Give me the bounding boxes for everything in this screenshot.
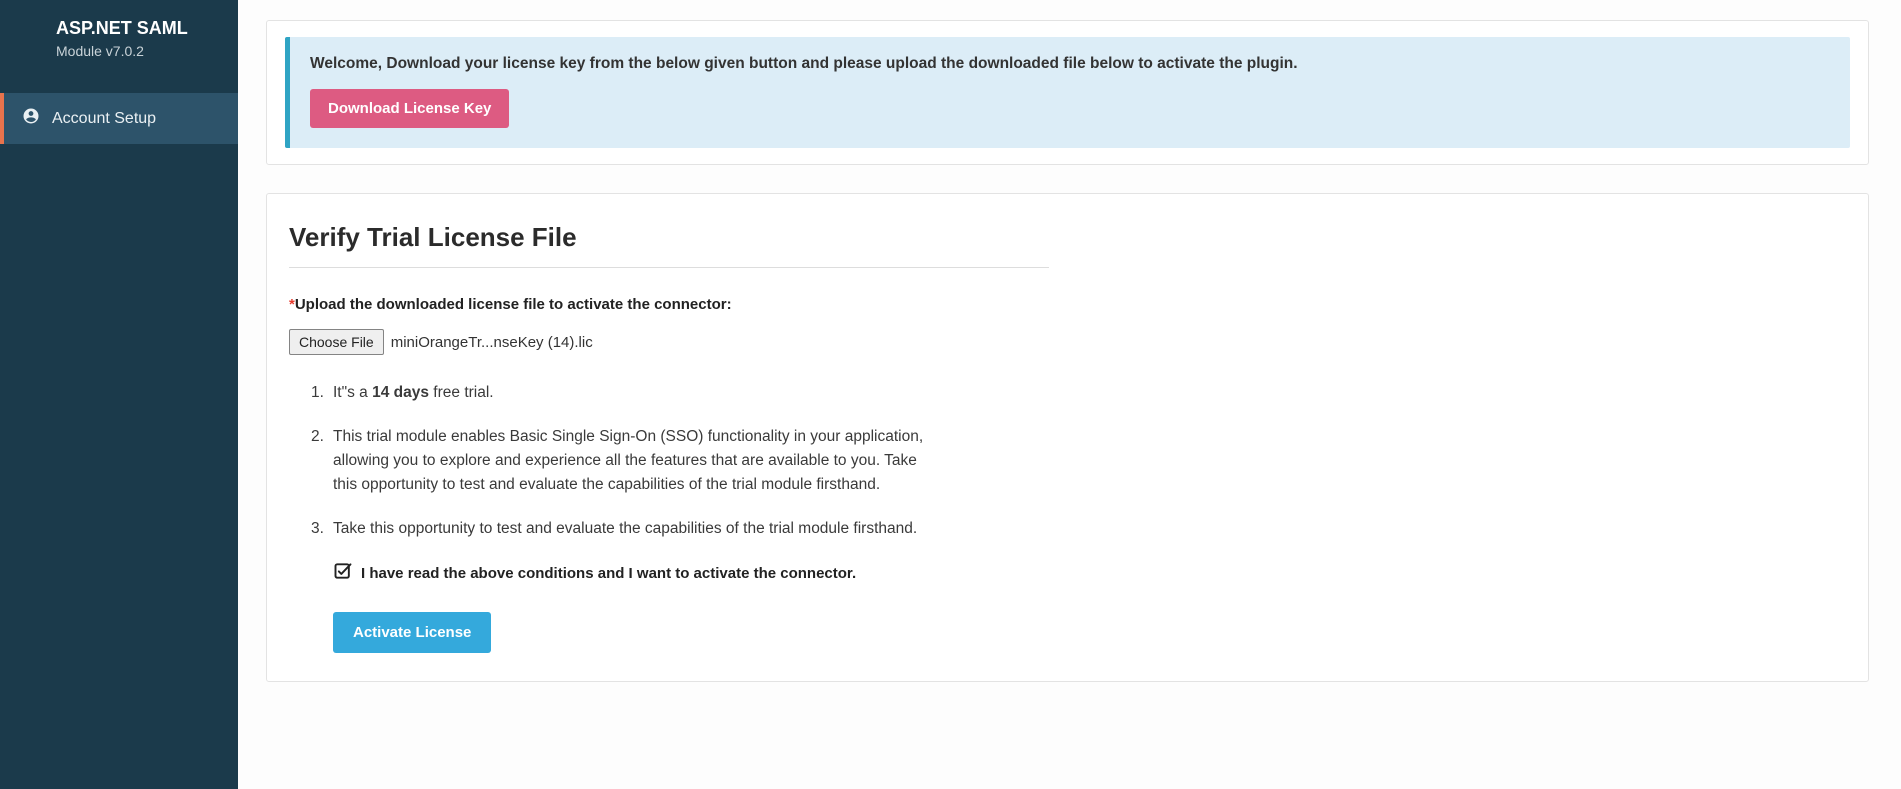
- verify-title: Verify Trial License File: [289, 222, 1840, 253]
- divider: [289, 267, 1049, 268]
- info-banner: Welcome, Download your license key from …: [285, 37, 1850, 148]
- activate-license-button[interactable]: Activate License: [333, 612, 491, 653]
- sidebar: ASP.NET SAML Module v7.0.2 Account Setup: [0, 0, 238, 789]
- consent-label: I have read the above conditions and I w…: [361, 565, 856, 582]
- file-input-row: Choose File miniOrangeTr...nseKey (14).l…: [289, 329, 1840, 355]
- choose-file-button[interactable]: Choose File: [289, 329, 384, 355]
- sidebar-item-label: Account Setup: [52, 110, 156, 128]
- checkbox-checked-icon[interactable]: [333, 561, 361, 586]
- verify-card: Verify Trial License File *Upload the do…: [266, 193, 1869, 682]
- welcome-card: Welcome, Download your license key from …: [266, 20, 1869, 165]
- notes-list: 1. It"s a 14 days free trial. 2. This tr…: [289, 381, 929, 541]
- sidebar-title: ASP.NET SAML: [0, 18, 238, 43]
- file-name: miniOrangeTr...nseKey (14).lic: [391, 334, 593, 351]
- note-2: 2. This trial module enables Basic Singl…: [319, 425, 929, 497]
- user-circle-icon: [22, 107, 52, 130]
- info-banner-text: Welcome, Download your license key from …: [310, 55, 1830, 73]
- upload-label: *Upload the downloaded license file to a…: [289, 296, 1840, 313]
- download-license-key-button[interactable]: Download License Key: [310, 89, 509, 128]
- sidebar-subtitle: Module v7.0.2: [0, 43, 238, 93]
- sidebar-item-account-setup[interactable]: Account Setup: [0, 93, 238, 144]
- note-3: 3. Take this opportunity to test and eva…: [319, 517, 929, 541]
- consent-row[interactable]: I have read the above conditions and I w…: [289, 561, 1840, 586]
- note-1: 1. It"s a 14 days free trial.: [319, 381, 929, 405]
- main-content: Welcome, Download your license key from …: [238, 0, 1901, 789]
